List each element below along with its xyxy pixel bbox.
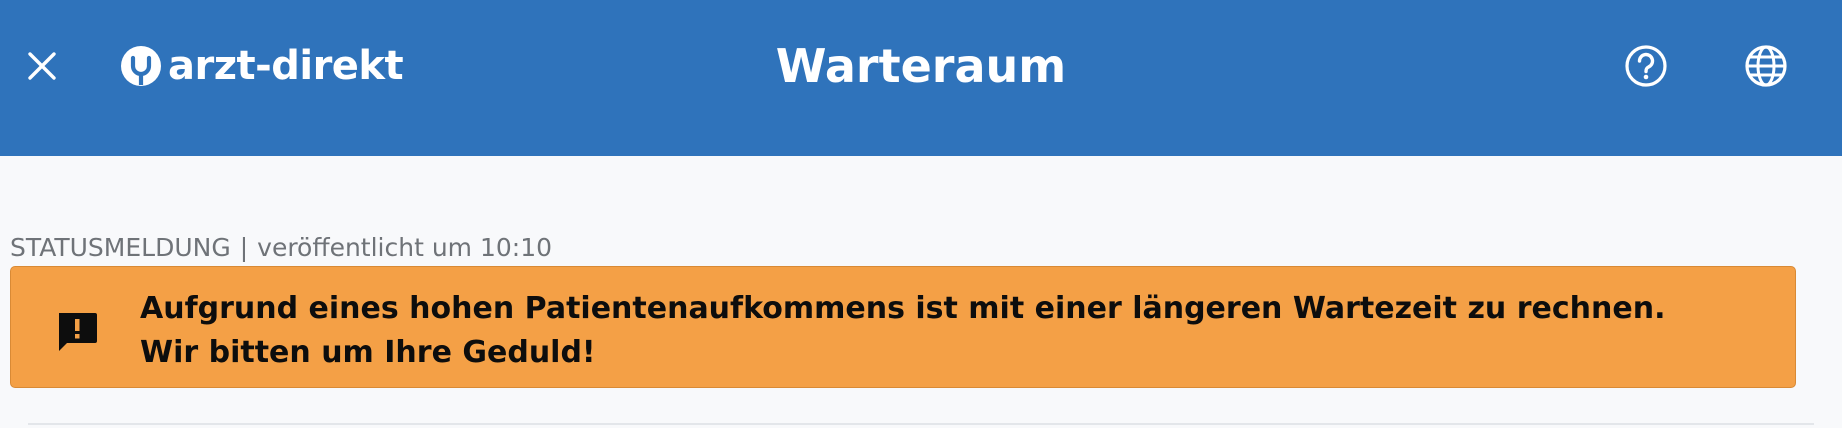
language-button[interactable]	[1740, 40, 1792, 92]
status-separator: |	[239, 233, 249, 262]
status-meta: STATUSMELDUNG | veröffentlicht um 10:10	[10, 232, 552, 264]
help-circle-icon	[1625, 45, 1667, 87]
arzt-direkt-logo-icon	[121, 46, 161, 86]
top-header: arzt-direkt Warteraum	[0, 0, 1842, 156]
status-notice: Aufgrund eines hohen Patientenaufkommens…	[10, 266, 1796, 388]
brand-logo: arzt-direkt	[120, 40, 404, 92]
help-button[interactable]	[1620, 40, 1672, 92]
alert-message-icon	[59, 313, 97, 351]
close-button[interactable]	[20, 44, 64, 88]
notice-message: Aufgrund eines hohen Patientenaufkommens…	[140, 287, 1665, 375]
close-icon	[28, 52, 56, 80]
brand-name: arzt-direkt	[168, 43, 404, 89]
status-published-time: veröffentlicht um 10:10	[257, 233, 553, 262]
status-label: STATUSMELDUNG	[10, 233, 231, 262]
globe-icon	[1745, 45, 1787, 87]
content-divider	[28, 423, 1814, 425]
notice-line-2: Wir bitten um Ihre Geduld!	[140, 335, 596, 370]
notice-line-1: Aufgrund eines hohen Patientenaufkommens…	[140, 291, 1666, 326]
